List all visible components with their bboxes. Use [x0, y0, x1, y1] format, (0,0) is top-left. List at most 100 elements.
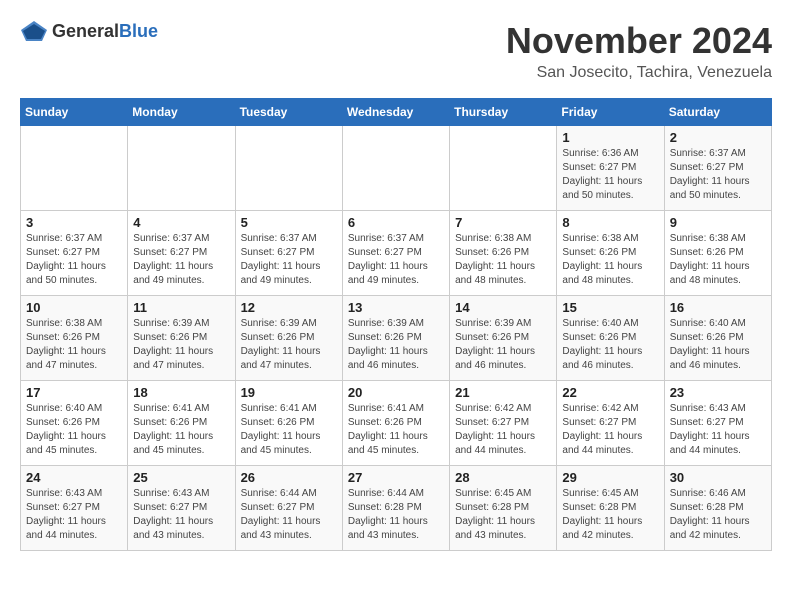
- calendar-table: Sunday Monday Tuesday Wednesday Thursday…: [20, 98, 772, 551]
- day-number: 19: [241, 385, 337, 400]
- logo-icon: [20, 20, 48, 42]
- header: GeneralBlue November 2024 San Josecito, …: [20, 20, 772, 82]
- day-info: Sunrise: 6:41 AM Sunset: 6:26 PM Dayligh…: [133, 402, 229, 458]
- day-info: Sunrise: 6:38 AM Sunset: 6:26 PM Dayligh…: [562, 232, 658, 288]
- day-info: Sunrise: 6:37 AM Sunset: 6:27 PM Dayligh…: [348, 232, 444, 288]
- day-info: Sunrise: 6:43 AM Sunset: 6:27 PM Dayligh…: [26, 487, 122, 543]
- day-number: 6: [348, 215, 444, 230]
- day-info: Sunrise: 6:40 AM Sunset: 6:26 PM Dayligh…: [26, 402, 122, 458]
- day-number: 4: [133, 215, 229, 230]
- col-saturday: Saturday: [664, 99, 771, 126]
- day-info: Sunrise: 6:41 AM Sunset: 6:26 PM Dayligh…: [348, 402, 444, 458]
- table-row: 10 Sunrise: 6:38 AM Sunset: 6:26 PM Dayli…: [21, 296, 128, 381]
- day-number: 21: [455, 385, 551, 400]
- table-row: [235, 126, 342, 211]
- day-number: 10: [26, 300, 122, 315]
- table-row: 20 Sunrise: 6:41 AM Sunset: 6:26 PM Dayli…: [342, 381, 449, 466]
- table-row: 14 Sunrise: 6:39 AM Sunset: 6:26 PM Dayli…: [450, 296, 557, 381]
- day-number: 15: [562, 300, 658, 315]
- logo-general: GeneralBlue: [52, 21, 158, 42]
- table-row: 23 Sunrise: 6:43 AM Sunset: 6:27 PM Dayli…: [664, 381, 771, 466]
- day-info: Sunrise: 6:38 AM Sunset: 6:26 PM Dayligh…: [26, 317, 122, 373]
- table-row: 5 Sunrise: 6:37 AM Sunset: 6:27 PM Daylig…: [235, 211, 342, 296]
- table-row: 22Sunrise: 6:42 AM Sunset: 6:27 PM Dayli…: [557, 381, 664, 466]
- table-row: 6 Sunrise: 6:37 AM Sunset: 6:27 PM Daylig…: [342, 211, 449, 296]
- day-number: 17: [26, 385, 122, 400]
- day-number: 30: [670, 470, 766, 485]
- calendar-week-row: 1 Sunrise: 6:36 AM Sunset: 6:27 PM Daylig…: [21, 126, 772, 211]
- table-row: 13 Sunrise: 6:39 AM Sunset: 6:26 PM Dayli…: [342, 296, 449, 381]
- col-wednesday: Wednesday: [342, 99, 449, 126]
- day-info: Sunrise: 6:45 AM Sunset: 6:28 PM Dayligh…: [455, 487, 551, 543]
- col-monday: Monday: [128, 99, 235, 126]
- day-number: 25: [133, 470, 229, 485]
- day-number: 12: [241, 300, 337, 315]
- day-info: Sunrise: 6:45 AM Sunset: 6:28 PM Dayligh…: [562, 487, 658, 543]
- title-area: November 2024 San Josecito, Tachira, Ven…: [506, 20, 772, 82]
- day-number: 1: [562, 130, 658, 145]
- day-info: Sunrise: 6:37 AM Sunset: 6:27 PM Dayligh…: [26, 232, 122, 288]
- table-row: 8 Sunrise: 6:38 AM Sunset: 6:26 PM Daylig…: [557, 211, 664, 296]
- day-info: Sunrise: 6:41 AM Sunset: 6:26 PM Dayligh…: [241, 402, 337, 458]
- day-info: Sunrise: 6:42 AM Sunset: 6:27 PM Dayligh…: [562, 402, 658, 458]
- table-row: 30 Sunrise: 6:46 AM Sunset: 6:28 PM Dayli…: [664, 466, 771, 551]
- day-number: 14: [455, 300, 551, 315]
- day-info: Sunrise: 6:36 AM Sunset: 6:27 PM Dayligh…: [562, 147, 658, 203]
- day-number: 11: [133, 300, 229, 315]
- day-number: 5: [241, 215, 337, 230]
- month-title: November 2024: [506, 20, 772, 62]
- table-row: 3Sunrise: 6:37 AM Sunset: 6:27 PM Daylig…: [21, 211, 128, 296]
- day-number: 20: [348, 385, 444, 400]
- day-info: Sunrise: 6:37 AM Sunset: 6:27 PM Dayligh…: [133, 232, 229, 288]
- day-info: Sunrise: 6:44 AM Sunset: 6:27 PM Dayligh…: [241, 487, 337, 543]
- day-info: Sunrise: 6:42 AM Sunset: 6:27 PM Dayligh…: [455, 402, 551, 458]
- day-number: 18: [133, 385, 229, 400]
- day-info: Sunrise: 6:43 AM Sunset: 6:27 PM Dayligh…: [670, 402, 766, 458]
- col-thursday: Thursday: [450, 99, 557, 126]
- table-row: [450, 126, 557, 211]
- table-row: [128, 126, 235, 211]
- day-number: 23: [670, 385, 766, 400]
- table-row: 4 Sunrise: 6:37 AM Sunset: 6:27 PM Daylig…: [128, 211, 235, 296]
- day-number: 8: [562, 215, 658, 230]
- table-row: 1 Sunrise: 6:36 AM Sunset: 6:27 PM Daylig…: [557, 126, 664, 211]
- table-row: 27 Sunrise: 6:44 AM Sunset: 6:28 PM Dayli…: [342, 466, 449, 551]
- col-sunday: Sunday: [21, 99, 128, 126]
- table-row: [342, 126, 449, 211]
- day-info: Sunrise: 6:43 AM Sunset: 6:27 PM Dayligh…: [133, 487, 229, 543]
- table-row: 17 Sunrise: 6:40 AM Sunset: 6:26 PM Dayli…: [21, 381, 128, 466]
- table-row: 2 Sunrise: 6:37 AM Sunset: 6:27 PM Daylig…: [664, 126, 771, 211]
- day-info: Sunrise: 6:40 AM Sunset: 6:26 PM Dayligh…: [562, 317, 658, 373]
- day-info: Sunrise: 6:46 AM Sunset: 6:28 PM Dayligh…: [670, 487, 766, 543]
- table-row: 16Sunrise: 6:40 AM Sunset: 6:26 PM Dayli…: [664, 296, 771, 381]
- calendar-week-row: 24 Sunrise: 6:43 AM Sunset: 6:27 PM Dayli…: [21, 466, 772, 551]
- table-row: 18 Sunrise: 6:41 AM Sunset: 6:26 PM Dayli…: [128, 381, 235, 466]
- calendar-week-row: 17 Sunrise: 6:40 AM Sunset: 6:26 PM Dayli…: [21, 381, 772, 466]
- subtitle: San Josecito, Tachira, Venezuela: [506, 64, 772, 82]
- day-number: 2: [670, 130, 766, 145]
- table-row: 28 Sunrise: 6:45 AM Sunset: 6:28 PM Dayli…: [450, 466, 557, 551]
- day-number: 28: [455, 470, 551, 485]
- table-row: 9 Sunrise: 6:38 AM Sunset: 6:26 PM Daylig…: [664, 211, 771, 296]
- table-row: 12 Sunrise: 6:39 AM Sunset: 6:26 PM Dayli…: [235, 296, 342, 381]
- day-number: 16: [670, 300, 766, 315]
- day-info: Sunrise: 6:38 AM Sunset: 6:26 PM Dayligh…: [670, 232, 766, 288]
- day-number: 24: [26, 470, 122, 485]
- calendar-week-row: 10 Sunrise: 6:38 AM Sunset: 6:26 PM Dayli…: [21, 296, 772, 381]
- day-info: Sunrise: 6:39 AM Sunset: 6:26 PM Dayligh…: [348, 317, 444, 373]
- day-number: 13: [348, 300, 444, 315]
- calendar-week-row: 3Sunrise: 6:37 AM Sunset: 6:27 PM Daylig…: [21, 211, 772, 296]
- day-info: Sunrise: 6:37 AM Sunset: 6:27 PM Dayligh…: [241, 232, 337, 288]
- logo: GeneralBlue: [20, 20, 158, 42]
- col-friday: Friday: [557, 99, 664, 126]
- table-row: 29Sunrise: 6:45 AM Sunset: 6:28 PM Dayli…: [557, 466, 664, 551]
- table-row: [21, 126, 128, 211]
- table-row: 26Sunrise: 6:44 AM Sunset: 6:27 PM Dayli…: [235, 466, 342, 551]
- day-number: 9: [670, 215, 766, 230]
- day-info: Sunrise: 6:37 AM Sunset: 6:27 PM Dayligh…: [670, 147, 766, 203]
- day-number: 27: [348, 470, 444, 485]
- day-info: Sunrise: 6:39 AM Sunset: 6:26 PM Dayligh…: [455, 317, 551, 373]
- table-row: 25 Sunrise: 6:43 AM Sunset: 6:27 PM Dayli…: [128, 466, 235, 551]
- day-info: Sunrise: 6:39 AM Sunset: 6:26 PM Dayligh…: [241, 317, 337, 373]
- day-info: Sunrise: 6:44 AM Sunset: 6:28 PM Dayligh…: [348, 487, 444, 543]
